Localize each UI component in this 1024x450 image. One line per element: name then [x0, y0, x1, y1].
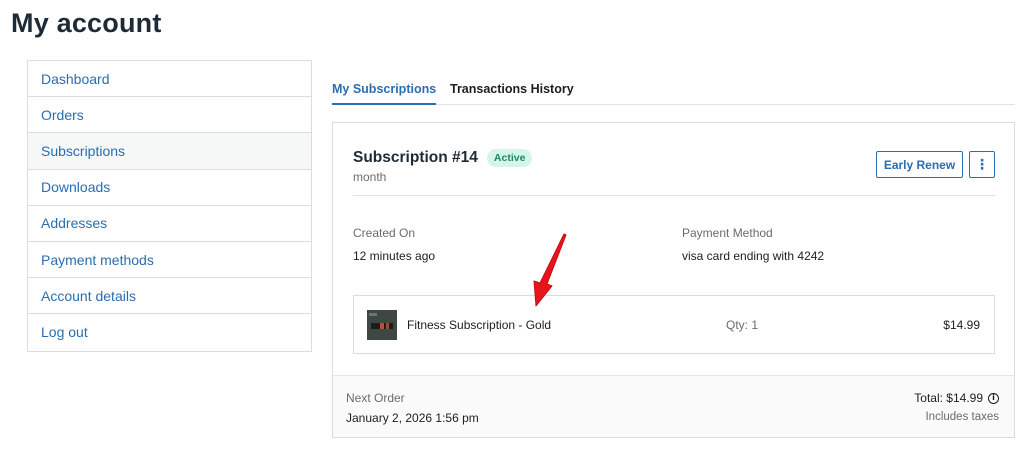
payment-method-label: Payment Method: [682, 226, 773, 240]
more-options-button[interactable]: ⋮: [969, 151, 995, 178]
total-amount: Total: $14.99: [914, 391, 983, 405]
account-navigation: Dashboard Orders Subscriptions Downloads…: [27, 60, 312, 352]
total-summary: Total: $14.99 i: [914, 391, 999, 405]
header-divider: [353, 195, 995, 196]
next-order-value: January 2, 2026 1:56 pm: [346, 411, 479, 425]
vertical-ellipsis-icon: ⋮: [975, 156, 989, 173]
subscription-card: Subscription #14 Active month Early Rene…: [332, 122, 1015, 438]
product-thumbnail: [367, 310, 397, 340]
nav-item-downloads[interactable]: Downloads: [28, 170, 311, 206]
subscription-item-row: Fitness Subscription - Gold Qty: 1 $14.9…: [353, 295, 995, 354]
nav-item-payment-methods[interactable]: Payment methods: [28, 242, 311, 279]
nav-item-dashboard[interactable]: Dashboard: [28, 61, 311, 98]
nav-item-account-details[interactable]: Account details: [28, 278, 311, 315]
tab-my-subscriptions[interactable]: My Subscriptions: [332, 82, 437, 105]
subscription-title: Subscription #14: [353, 149, 478, 166]
subscription-footer: Next Order January 2, 2026 1:56 pm Total…: [333, 375, 1014, 437]
product-name[interactable]: Fitness Subscription - Gold: [407, 318, 551, 332]
created-on-value: 12 minutes ago: [353, 249, 436, 263]
includes-taxes-note: Includes taxes: [925, 411, 999, 423]
nav-item-orders[interactable]: Orders: [28, 97, 311, 134]
info-circle-icon[interactable]: i: [988, 392, 999, 404]
nav-item-subscriptions[interactable]: Subscriptions: [28, 133, 311, 170]
product-price: $14.99: [943, 318, 980, 332]
product-quantity: Qty: 1: [726, 318, 759, 332]
next-order-label: Next Order: [346, 391, 405, 405]
tab-transactions-history[interactable]: Transactions History: [450, 82, 574, 96]
nav-item-log-out[interactable]: Log out: [28, 314, 311, 350]
subscription-period: month: [353, 170, 387, 184]
subscription-tabs: My Subscriptions Transactions History: [332, 78, 1015, 105]
early-renew-button[interactable]: Early Renew: [876, 151, 963, 178]
status-badge: Active: [486, 149, 533, 167]
created-on-label: Created On: [353, 226, 416, 240]
nav-item-addresses[interactable]: Addresses: [28, 206, 311, 242]
subscription-header: Subscription #14 Active: [353, 149, 533, 167]
page-title: My account: [11, 8, 162, 38]
payment-method-value: visa card ending with 4242: [682, 249, 825, 263]
